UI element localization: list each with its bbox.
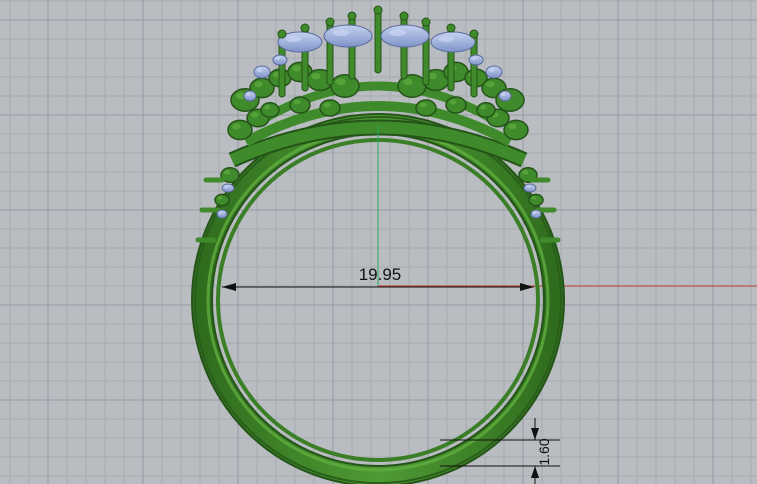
thickness-label: 1.60 bbox=[536, 438, 552, 465]
diameter-label: 19.95 bbox=[359, 265, 402, 284]
arrowhead-right-icon bbox=[520, 283, 534, 291]
arrowhead-up-icon bbox=[531, 466, 539, 478]
viewport-canvas[interactable]: 19.95 1.60 bbox=[0, 0, 757, 484]
3d-viewport[interactable]: 19.95 1.60 bbox=[0, 0, 757, 484]
arrowhead-left-icon bbox=[222, 283, 236, 291]
diameter-dimension[interactable]: 19.95 bbox=[222, 265, 534, 291]
